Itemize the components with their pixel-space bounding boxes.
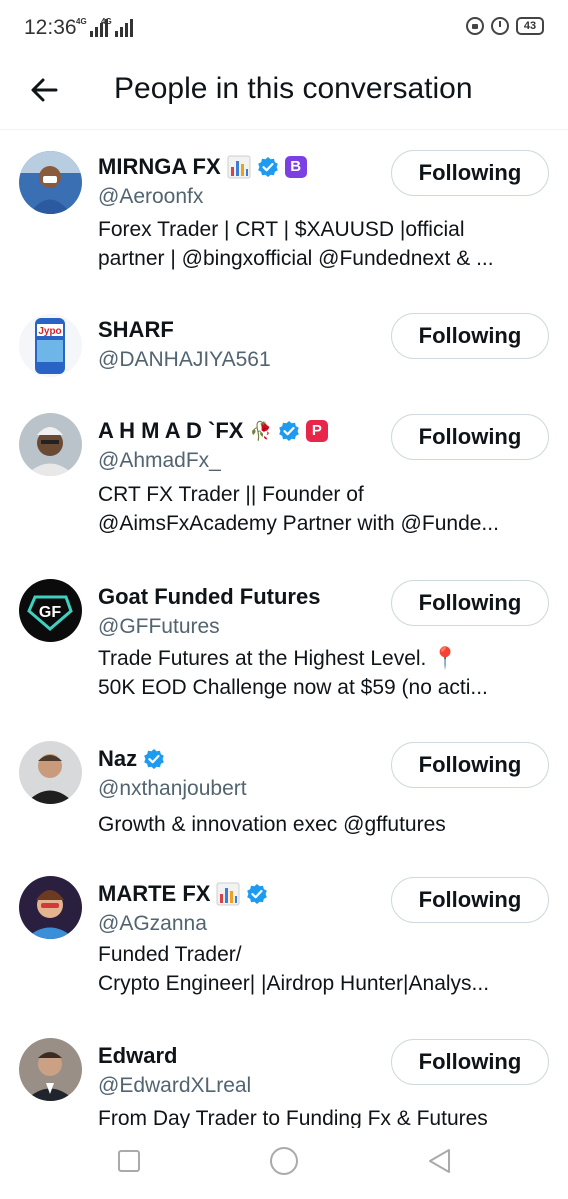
following-button[interactable]: Following <box>391 313 549 359</box>
list-item[interactable]: MARTE FX @AGzanna Funded Trader/ Crypto … <box>0 876 568 1026</box>
bio-line: Crypto Engineer| |Airdrop Hunter|Analys.… <box>98 972 490 995</box>
affiliate-p-icon: P <box>305 420 328 442</box>
bio-line: partner | @bingxofficial @Fundednext & .… <box>98 247 494 270</box>
header: People in this conversation <box>0 58 568 130</box>
avatar[interactable]: Jypo <box>19 314 82 377</box>
following-button[interactable]: Following <box>391 150 549 196</box>
bio-line: Forex Trader | CRT | $XAUUSD |official <box>98 218 465 241</box>
status-time: 12:36 <box>24 16 77 39</box>
page-title: People in this conversation <box>114 72 473 105</box>
person-handle: @GFFutures <box>98 615 220 638</box>
affiliate-b-icon: B <box>284 156 307 178</box>
signal-icon: 4G <box>101 17 133 37</box>
person-bio: Forex Trader | CRT | $XAUUSD |official p… <box>98 215 553 273</box>
status-icons: 43 <box>466 17 544 35</box>
avatar[interactable]: GF <box>19 579 82 642</box>
following-button[interactable]: Following <box>391 877 549 923</box>
avatar[interactable] <box>19 741 82 804</box>
verified-badge-icon <box>144 749 164 769</box>
list-item[interactable]: MIRNGA FX B @Aeroonfx Forex Trader | CRT… <box>0 149 568 299</box>
following-button[interactable]: Following <box>391 742 549 788</box>
system-nav-bar <box>0 1128 568 1199</box>
back-triangle-icon[interactable] <box>426 1147 452 1175</box>
following-button[interactable]: Following <box>391 1039 549 1085</box>
person-name: Goat Funded Futures <box>98 584 321 609</box>
list-item[interactable]: Jypo SHARF @DANHAJIYA561 Following <box>0 312 568 402</box>
person-bio: CRT FX Trader || Founder of @AimsFxAcade… <box>98 480 553 538</box>
bio-line: Funded Trader/ <box>98 943 242 966</box>
recent-apps-icon[interactable] <box>118 1150 140 1172</box>
avatar[interactable] <box>19 413 82 476</box>
avatar[interactable] <box>19 151 82 214</box>
list-item[interactable]: GF Goat Funded Futures @GFFutures Trade … <box>0 579 568 729</box>
verified-badge-icon <box>247 884 268 904</box>
list-item[interactable]: Edward @EdwardXLreal From Day Trader to … <box>0 1038 568 1138</box>
network-type: 4G <box>101 17 112 26</box>
person-bio: Growth & innovation exec @gffutures <box>98 810 553 839</box>
following-button[interactable]: Following <box>391 580 549 626</box>
person-handle: @EdwardXLreal <box>98 1074 252 1097</box>
person-name: A H M A D `FX <box>98 418 244 443</box>
person-name: Naz <box>98 746 138 771</box>
person-handle: @Aeroonfx <box>98 185 204 208</box>
network-type: 4G <box>76 17 87 26</box>
arrow-left-icon <box>31 78 58 102</box>
avatar[interactable] <box>19 876 82 939</box>
person-bio: Trade Futures at the Highest Level. 📍 50… <box>98 644 553 702</box>
lock-icon <box>466 17 484 35</box>
person-name: MIRNGA FX <box>98 154 221 179</box>
person-name: Edward <box>98 1043 178 1068</box>
person-handle: @AGzanna <box>98 912 207 935</box>
svg-text:GF: GF <box>39 604 61 621</box>
battery-icon: 43 <box>516 17 544 35</box>
bar-chart-emoji <box>227 155 251 179</box>
bio-line: CRT FX Trader || Founder of <box>98 483 364 506</box>
bio-line: Trade Futures at the Highest Level. 📍 <box>98 647 459 670</box>
svg-text:Jypo: Jypo <box>38 326 61 337</box>
following-button[interactable]: Following <box>391 414 549 460</box>
person-name: MARTE FX <box>98 881 211 906</box>
bar-chart-emoji <box>216 882 240 906</box>
person-handle: @nxthanjoubert <box>98 777 247 800</box>
alarm-icon <box>491 17 509 35</box>
verified-badge-icon <box>279 421 299 441</box>
person-bio: Funded Trader/ Crypto Engineer| |Airdrop… <box>98 940 553 998</box>
bio-line: Growth & innovation exec @gffutures <box>98 813 446 836</box>
verified-badge-icon <box>257 157 278 177</box>
list-item[interactable]: A H M A D `FX 🥀 P @AhmadFx_ CRT FX Trade… <box>0 413 568 563</box>
home-icon[interactable] <box>270 1147 298 1175</box>
list-item[interactable]: Naz @nxthanjoubert Growth & innovation e… <box>0 741 568 861</box>
person-name: SHARF <box>98 317 174 342</box>
person-handle: @DANHAJIYA561 <box>98 348 271 371</box>
avatar[interactable] <box>19 1038 82 1101</box>
back-button[interactable] <box>26 70 66 110</box>
bio-line: 50K EOD Challenge now at $59 (no acti... <box>98 676 488 699</box>
bio-line: @AimsFxAcademy Partner with @Funde... <box>98 512 499 535</box>
rose-emoji: 🥀 <box>249 421 272 441</box>
status-bar: 12:36 4G 4G 43 <box>0 0 568 58</box>
person-handle: @AhmadFx_ <box>98 449 221 472</box>
